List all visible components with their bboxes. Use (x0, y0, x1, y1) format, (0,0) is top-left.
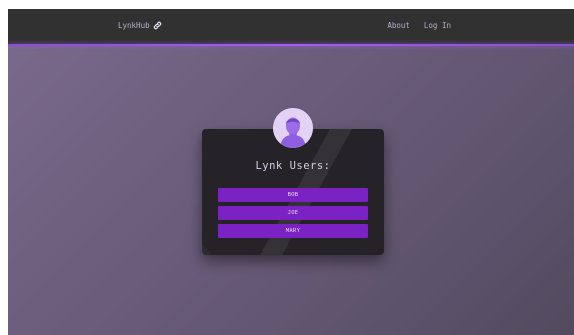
link-icon (153, 21, 161, 30)
card-title: Lynk Users: (255, 160, 331, 172)
brand-name: LynkHub (118, 21, 150, 30)
user-button-mary[interactable]: MARY (218, 224, 368, 238)
nav-about-link[interactable]: About (387, 21, 410, 30)
avatar-figure (273, 108, 313, 148)
navbar-accent-line (8, 44, 574, 46)
user-list: BOB JOE MARY (218, 188, 368, 242)
navbar: LynkHub About Log In (8, 9, 574, 44)
user-avatar-icon (273, 108, 313, 148)
user-button-bob[interactable]: BOB (218, 188, 368, 202)
user-button-joe[interactable]: JOE (218, 206, 368, 220)
app-window: LynkHub About Log In Lynk Users: BOB JOE… (8, 9, 574, 335)
brand-link[interactable]: LynkHub (118, 21, 162, 30)
nav-login-link[interactable]: Log In (424, 21, 451, 30)
nav-links: About Log In (387, 21, 451, 30)
